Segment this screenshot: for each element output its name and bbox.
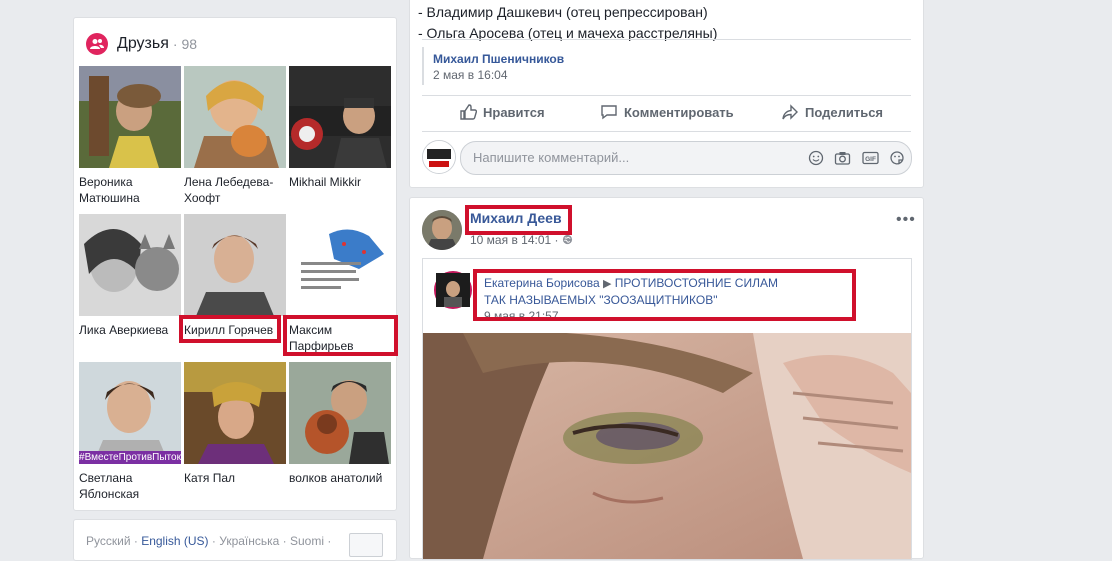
highlight-box [283, 315, 398, 356]
commenter-avatar[interactable] [422, 140, 456, 174]
comment-placeholder: Напишите комментарий... [473, 150, 630, 165]
language-link[interactable]: Suomi [290, 534, 324, 548]
highlight-box [473, 269, 856, 321]
like-label: Нравится [483, 104, 545, 120]
comment-label: Комментировать [624, 104, 734, 120]
friend-photo[interactable] [289, 66, 391, 168]
friend-photo[interactable] [184, 362, 286, 464]
comment-button[interactable]: Комментировать [600, 100, 734, 124]
language-links: Русский · English (US) · Українська · Su… [86, 534, 332, 548]
friend-name[interactable]: Катя Пал [184, 470, 286, 486]
friend-photo[interactable]: #ВместеПротивПыток [79, 362, 181, 464]
friend-item[interactable]: Лика Аверкиева [79, 214, 181, 338]
comment-input[interactable]: Напишите комментарий... GIF [460, 141, 912, 175]
friend-name[interactable]: Mikhail Mikkir [289, 174, 391, 190]
friend-name[interactable]: Лика Аверкиева [79, 322, 181, 338]
shared-attribution-rule [422, 47, 424, 85]
friend-item[interactable]: волков анатолий [289, 362, 391, 486]
like-button[interactable]: Нравится [459, 100, 545, 124]
language-link[interactable]: Русский [86, 534, 131, 548]
friend-item[interactable]: Катя Пал [184, 362, 286, 486]
language-card: Русский · English (US) · Українська · Su… [73, 519, 397, 561]
friend-item[interactable]: Mikhail Mikkir [289, 66, 391, 190]
like-icon [460, 104, 477, 120]
share-label: Поделиться [805, 104, 884, 120]
post-text-line: - Владимир Дашкевич (отец репрессирован) [418, 4, 708, 20]
language-link[interactable]: English (US) [141, 534, 208, 548]
comment-icon [601, 105, 617, 120]
friend-photo[interactable] [184, 214, 286, 316]
add-language-button[interactable] [349, 533, 383, 557]
emoji-icon[interactable] [808, 150, 824, 166]
friend-name[interactable]: Лена Лебедева-Хоофт [184, 174, 286, 206]
divider [422, 39, 911, 40]
highlight-box [465, 205, 572, 235]
post-photo[interactable] [423, 333, 911, 559]
post-card: - Владимир Дашкевич (отец репрессирован)… [409, 0, 924, 188]
friend-photo[interactable] [184, 66, 286, 168]
friend-photo[interactable] [289, 214, 391, 316]
camera-icon[interactable] [834, 150, 851, 166]
friends-header[interactable]: Друзья · 98 [86, 32, 197, 56]
post-timestamp[interactable]: 10 мая в 14:01 · [470, 233, 573, 247]
post-card: Михаил Деев 10 мая в 14:01 · ••• Екатери… [409, 197, 924, 560]
divider [422, 131, 911, 132]
shared-author-link[interactable]: Михаил Пшеничников [433, 52, 564, 66]
sticker-icon[interactable] [889, 150, 905, 166]
svg-text:GIF: GIF [865, 156, 876, 163]
friend-item[interactable]: #ВместеПротивПыток Светлана Яблонская [79, 362, 181, 502]
photo-hashtag: #ВместеПротивПыток [79, 451, 181, 464]
post-timestamp-text[interactable]: 10 мая в 14:01 · [470, 233, 559, 247]
share-button[interactable]: Поделиться [781, 100, 883, 124]
friend-item[interactable]: Лена Лебедева-Хоофт [184, 66, 286, 206]
friend-name[interactable]: Вероника Матюшина [79, 174, 181, 206]
more-options-icon[interactable]: ••• [896, 211, 916, 229]
friends-count: · 98 [172, 36, 198, 52]
friend-item[interactable]: Вероника Матюшина [79, 66, 181, 206]
language-link[interactable]: Українська [219, 534, 279, 548]
friend-photo[interactable] [79, 66, 181, 168]
friend-photo[interactable] [289, 362, 391, 464]
divider [422, 95, 911, 96]
globe-icon [562, 234, 572, 245]
author-avatar[interactable] [422, 210, 462, 250]
friends-title[interactable]: Друзья [117, 35, 169, 53]
shared-timestamp[interactable]: 2 мая в 16:04 [433, 68, 508, 82]
shared-author-avatar[interactable] [434, 271, 472, 309]
highlight-box [179, 315, 281, 343]
gif-icon[interactable]: GIF [862, 150, 879, 166]
friend-photo[interactable] [79, 214, 181, 316]
friends-card: Друзья · 98 Вероника Матюшина Лена Лебед… [73, 17, 397, 511]
friends-icon [86, 33, 108, 55]
friend-name[interactable]: волков анатолий [289, 470, 391, 486]
share-icon [782, 104, 798, 120]
friend-name[interactable]: Светлана Яблонская [79, 470, 181, 502]
